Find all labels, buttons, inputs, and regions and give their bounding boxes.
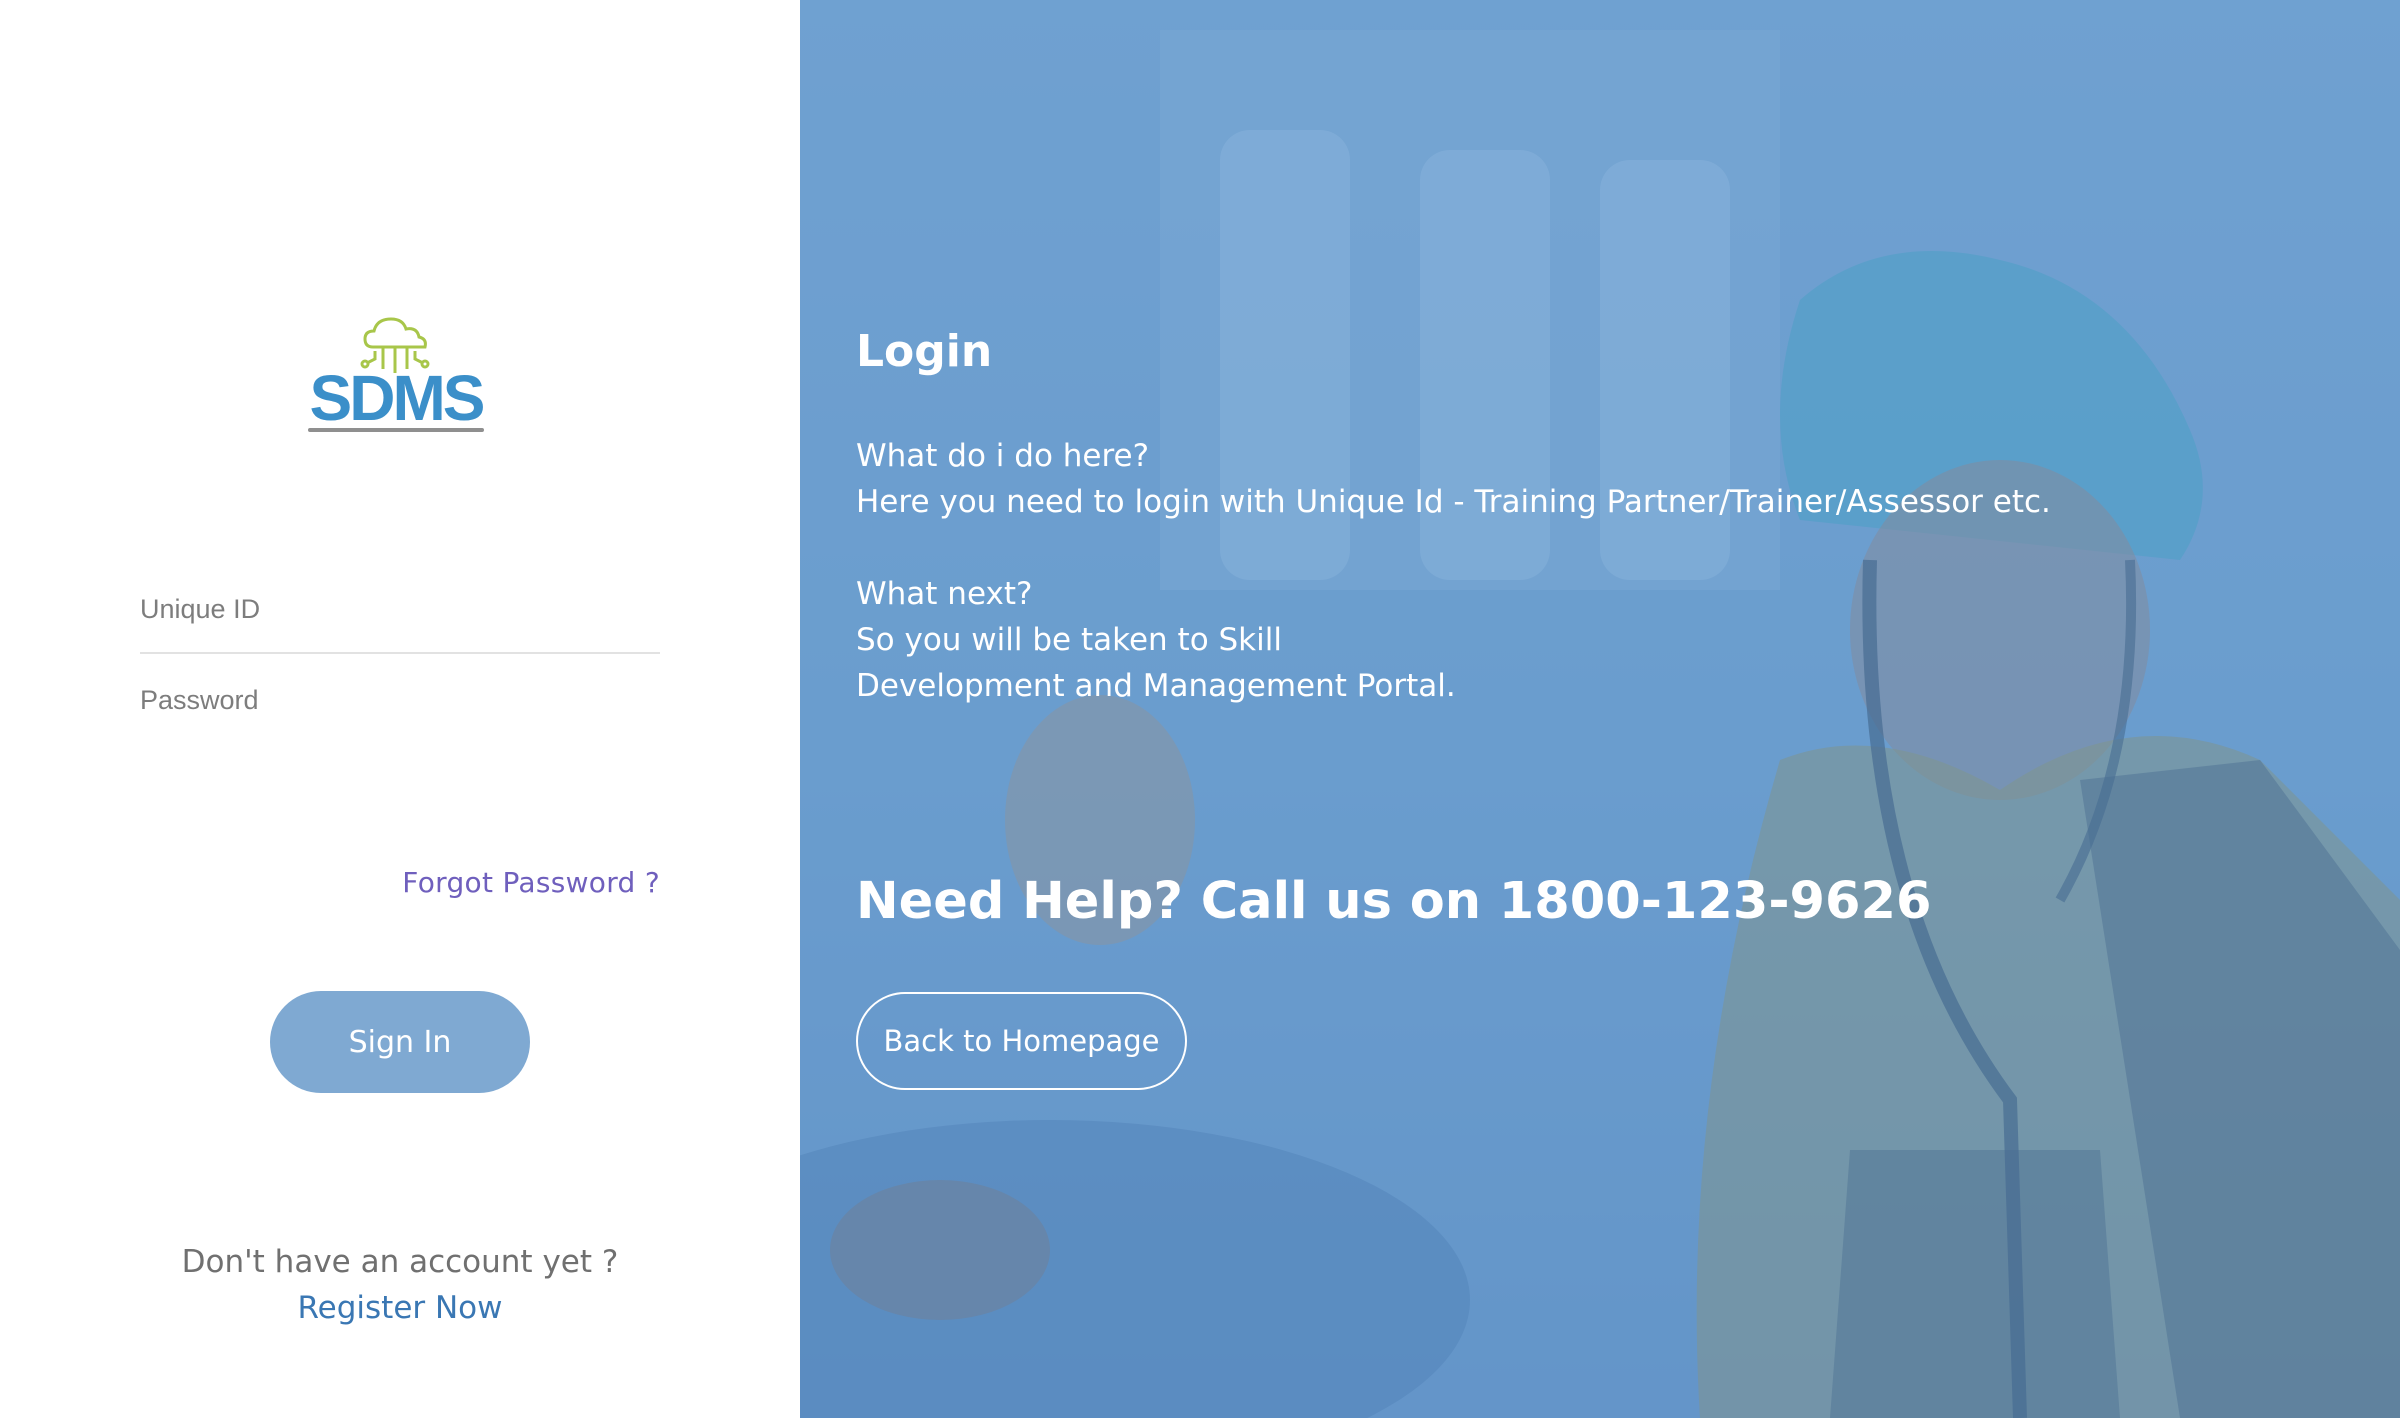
blue-overlay [800,0,2400,1418]
no-account-text: Don't have an account yet ? [181,1244,619,1280]
svg-text:SDMS: SDMS [310,362,484,434]
info-title: Login [856,326,993,377]
info-answer-2-line-1: So you will be taken to Skill [856,622,1282,658]
info-answer-1: Here you need to login with Unique Id - … [856,484,2051,520]
sign-in-button[interactable]: Sign In [270,991,530,1093]
unique-id-field[interactable] [140,566,660,654]
login-page: SDMS Forgot Password ? Sign In Don't hav… [0,0,2400,1418]
back-to-homepage-button[interactable]: Back to Homepage [856,992,1187,1090]
info-question-2: What next? [856,576,1033,612]
unique-id-input[interactable] [140,566,660,652]
register-now-link[interactable]: Register Now [0,1290,800,1326]
info-answer-2-line-2: Development and Management Portal. [856,668,1456,704]
forgot-password-link[interactable]: Forgot Password ? [402,866,660,899]
sdms-logo: SDMS [303,307,489,443]
password-field[interactable] [140,660,660,740]
help-phone-text: Need Help? Call us on 1800-123-9626 [856,872,1932,931]
login-panel: SDMS Forgot Password ? Sign In Don't hav… [0,0,800,1418]
info-panel: Login What do i do here? Here you need t… [800,0,2400,1418]
password-input[interactable] [140,660,660,740]
info-question-1: What do i do here? [856,438,1150,474]
sdms-logo-graphic: SDMS [303,317,489,435]
